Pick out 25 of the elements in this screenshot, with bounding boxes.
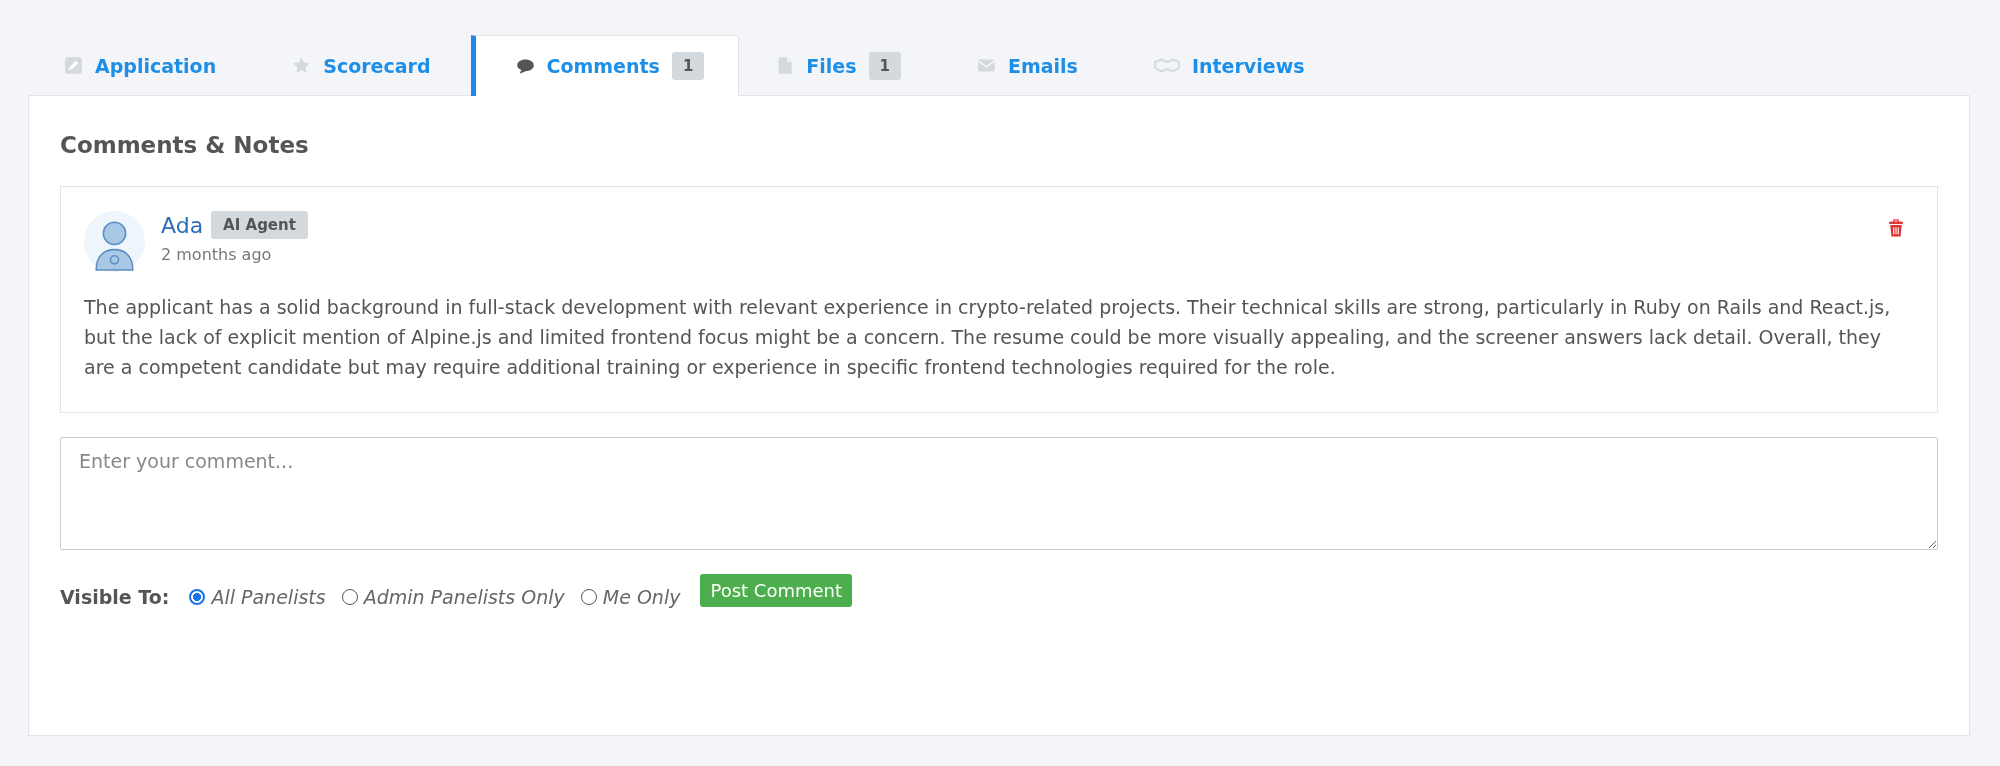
radio-label[interactable]: All Panelists xyxy=(211,586,326,608)
role-tag: AI Agent xyxy=(211,211,308,239)
pencil-icon xyxy=(64,56,83,75)
tab[interactable]: Files 1 xyxy=(739,35,941,96)
tab[interactable]: Interviews xyxy=(1117,35,1345,96)
comment-text: The applicant has a solid background in full-stack development with relevant experience in crypto-related projects. Their technical skills are strong, particularly in Ruby on Rails and React.js, but the lack of explicit mention of Alpine.js and limited frontend focus might be a concern. The resume could be more visually appealing, and the screener answers lack detail. Overall, they are a competent candidate but may require additional training or experience in specific frontend technologies required for the role. xyxy=(84,295,1892,380)
post-comment-button[interactable]: Post Comment xyxy=(700,574,852,607)
speech-bubble-icon xyxy=(515,56,535,76)
radio-label[interactable]: Me Only xyxy=(602,586,681,608)
author-name[interactable]: Ada xyxy=(161,212,204,238)
timestamp: 2 months ago xyxy=(161,245,273,264)
star-icon xyxy=(292,56,312,75)
trash-icon[interactable] xyxy=(1888,219,1904,238)
radio-button[interactable] xyxy=(189,589,206,605)
avatar-icon xyxy=(84,211,145,272)
section-heading: Comments & Notes xyxy=(60,132,310,158)
tab[interactable]: Comments 1 xyxy=(470,35,740,96)
radio-label[interactable]: Admin Panelists Only xyxy=(363,586,565,608)
tab[interactable]: Application xyxy=(28,35,257,96)
tab[interactable]: Scorecard xyxy=(256,35,471,96)
tab[interactable]: Emails xyxy=(941,35,1118,96)
visibility-label: Visible To: xyxy=(60,586,170,608)
comment-field[interactable]: Enter your comment... xyxy=(60,437,1938,550)
count-badge: 1 xyxy=(868,51,901,80)
count-badge: 1 xyxy=(671,52,705,80)
